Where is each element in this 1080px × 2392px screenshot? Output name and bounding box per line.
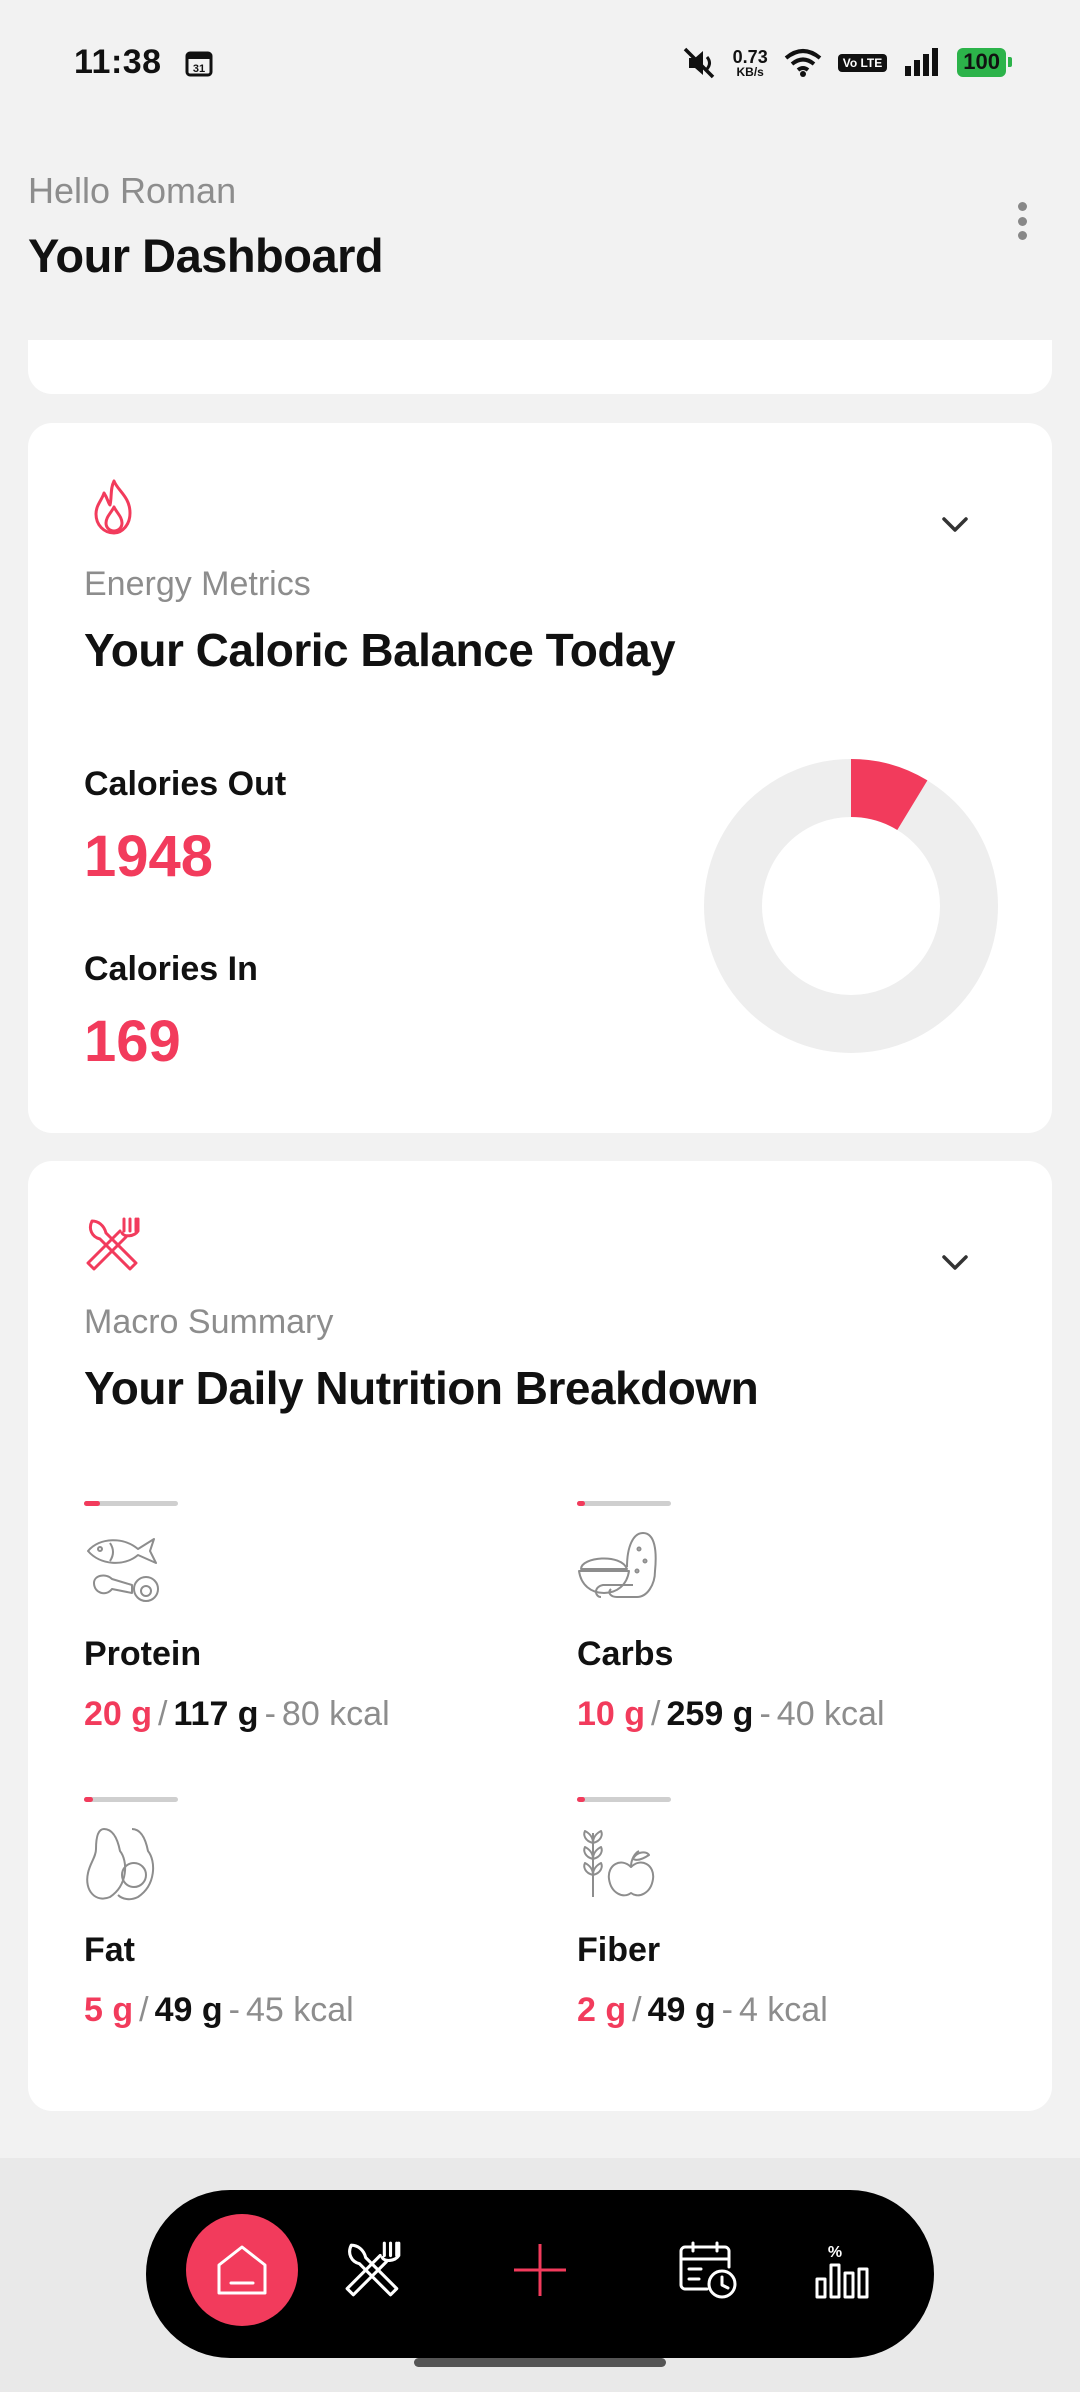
rice-bread-icon: [578, 1532, 657, 1598]
status-time: 11:38: [74, 43, 162, 81]
svg-text:31: 31: [192, 63, 204, 75]
previous-card: [28, 340, 1052, 394]
macro-name: Fat: [84, 1931, 135, 1969]
calories-in-value: 169: [84, 1009, 181, 1074]
macro-goal: 259 g: [666, 1695, 754, 1733]
macro-summary-card: Macro Summary Your Daily Nutrition Break…: [28, 1161, 1052, 2111]
macro-intake: 10 g: [577, 1695, 646, 1733]
fork-knife-icon: [86, 1217, 140, 1271]
bottom-nav: %: [146, 2190, 934, 2358]
status-bar: 11:38 31 0.73 KB/s Vo LTE 100: [0, 0, 1080, 125]
home-icon: [217, 2245, 267, 2295]
chevron-down-icon[interactable]: [938, 507, 972, 541]
nav-add-button[interactable]: [500, 2230, 580, 2310]
mute-icon: [683, 47, 714, 78]
macro-values: 2 g/49 g-4 kcal: [577, 1991, 828, 2029]
macro-goal: 117 g: [173, 1695, 259, 1733]
calories-in-label: Calories In: [84, 950, 258, 988]
macro-progress-fill: [577, 1501, 585, 1506]
macro-progress-bar: [577, 1797, 671, 1802]
dashboard-header: Hello Roman Your Dashboard: [28, 170, 1052, 283]
greeting: Hello Roman: [28, 170, 237, 211]
battery-indicator: 100: [957, 48, 1012, 77]
more-options-icon[interactable]: [1002, 196, 1042, 246]
fork-knife-icon: [345, 2241, 401, 2297]
avocado-icon: [86, 1828, 155, 1901]
donut-track: [704, 759, 998, 1053]
volte-badge: Vo LTE: [837, 53, 888, 72]
macro-kcal: 80 kcal: [281, 1695, 390, 1733]
caloric-balance-donut: [704, 759, 998, 1053]
card-subtitle: Energy Metrics: [84, 565, 311, 603]
card-subtitle: Macro Summary: [84, 1303, 334, 1341]
nav-home-button[interactable]: [186, 2214, 298, 2326]
macro-intake: 20 g: [84, 1695, 153, 1733]
macro-name: Fiber: [577, 1931, 661, 1969]
svg-text:%: %: [828, 2244, 842, 2261]
nav-stats-button[interactable]: %: [802, 2230, 882, 2310]
nav-schedule-button[interactable]: [668, 2230, 748, 2310]
plus-icon: [514, 2244, 566, 2296]
macro-intake: 5 g: [84, 1991, 134, 2029]
signal-icon: [905, 47, 939, 76]
macro-values: 5 g/49 g -45 kcal: [84, 1991, 354, 2029]
macro-kcal: 45 kcal: [245, 1991, 354, 2029]
macro-intake: 2 g: [577, 1991, 627, 2029]
home-indicator: [414, 2358, 666, 2367]
dashboard-page: 11:38 31 0.73 KB/s Vo LTE 100 Hello Roma…: [0, 0, 1080, 2392]
chevron-down-icon[interactable]: [938, 1245, 972, 1279]
card-title: Your Daily Nutrition Breakdown: [84, 1362, 759, 1414]
macro-progress-bar: [84, 1501, 178, 1506]
calories-out-value: 1948: [84, 824, 214, 889]
macro-values: 20 g/117 g -80 kcal: [84, 1695, 390, 1733]
card-title: Your Caloric Balance Today: [84, 624, 676, 676]
flame-icon: [94, 479, 132, 535]
macro-progress-fill: [84, 1797, 94, 1802]
macro-progress-fill: [84, 1501, 100, 1506]
status-icons: 0.73 KB/s Vo LTE 100: [681, 46, 1012, 80]
macro-goal: 49 g: [154, 1991, 223, 2029]
calendar-notification-icon: 31: [185, 51, 213, 76]
macro-name: Protein: [84, 1635, 202, 1673]
macro-progress-fill: [577, 1797, 585, 1802]
wifi-icon: [784, 48, 821, 77]
wheat-apple-icon: [583, 1830, 655, 1897]
macro-name: Carbs: [577, 1635, 674, 1673]
page-title: Your Dashboard: [28, 229, 384, 282]
macro-progress-bar: [577, 1501, 671, 1506]
nav-meals-button[interactable]: [334, 2230, 414, 2310]
fish-meat-egg-icon: [87, 1538, 159, 1602]
macro-progress-bar: [84, 1797, 178, 1802]
macro-values: 10 g/259 g -40 kcal: [577, 1695, 885, 1733]
macro-kcal: 4 kcal: [738, 1991, 828, 2029]
calories-out-label: Calories Out: [84, 765, 287, 803]
macro-kcal: 40 kcal: [776, 1695, 885, 1733]
macro-goal: 49 g: [647, 1991, 716, 2029]
network-speed: 0.73 KB/s: [732, 46, 768, 79]
calendar-clock-icon: [679, 2241, 737, 2299]
energy-metrics-card: Energy Metrics Your Caloric Balance Toda…: [28, 423, 1052, 1133]
stats-icon: %: [815, 2244, 869, 2299]
